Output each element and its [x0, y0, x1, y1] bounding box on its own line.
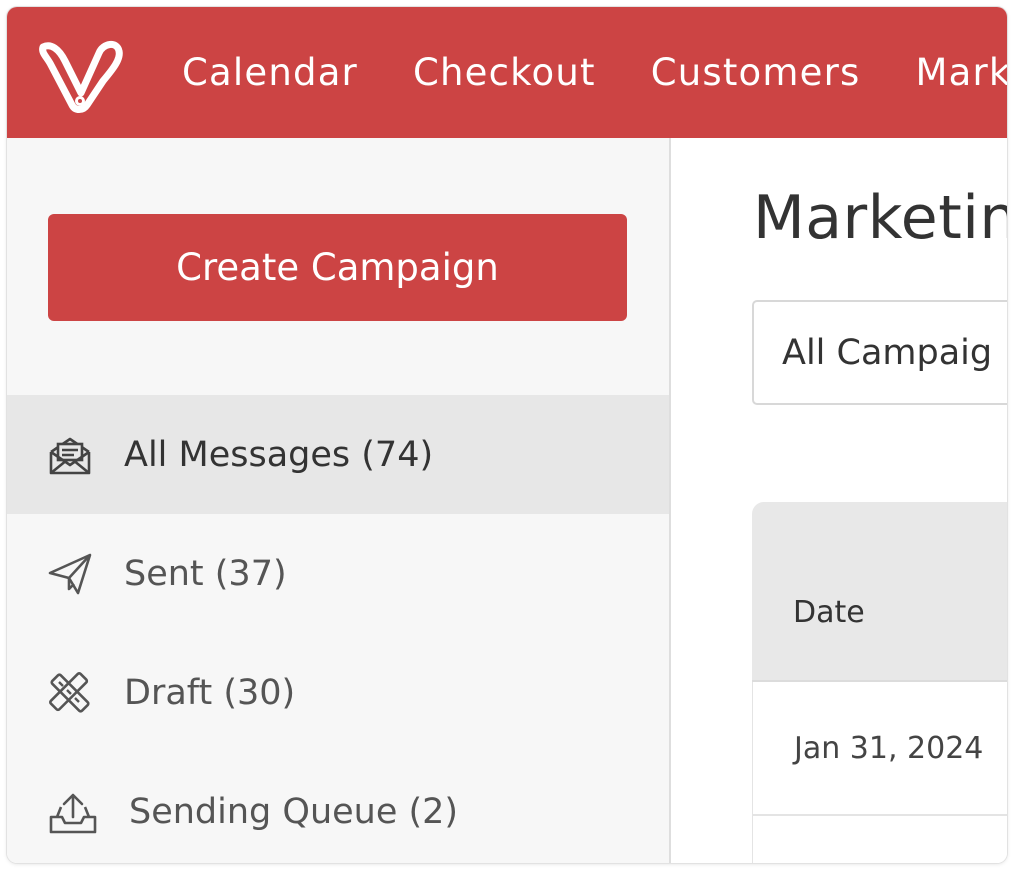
vagaro-v-logo[interactable]: [37, 35, 125, 115]
table-cell-date: Jan 31, 2024: [794, 730, 984, 766]
sidebar-item-label: All Messages (74): [124, 434, 434, 475]
column-header-date[interactable]: Date: [793, 595, 865, 630]
nav-item-marketing[interactable]: Marke: [916, 51, 1008, 94]
top-navigation-bar: Calendar Checkout Customers Marke: [7, 7, 1007, 138]
tray-upload-icon: [49, 793, 97, 833]
nav-item-calendar[interactable]: Calendar: [182, 51, 358, 94]
main-content: Marketin All Campaig Date Jan 31, 2024: [671, 138, 1007, 863]
sidebar: Create Campaign All Messages (74) Sent (…: [7, 138, 671, 863]
nav-item-checkout[interactable]: Checkout: [413, 51, 596, 94]
campaigns-table: Date Jan 31, 2024: [752, 502, 1007, 863]
table-header: Date: [752, 502, 1007, 682]
pencil-ruler-icon: [49, 671, 90, 713]
open-envelope-icon: [49, 437, 91, 474]
sidebar-item-draft[interactable]: Draft (30): [7, 633, 669, 752]
sidebar-item-label: Draft (30): [124, 672, 296, 713]
app-window: Calendar Checkout Customers Marke Create…: [7, 7, 1007, 863]
nav-menu: Calendar Checkout Customers Marke: [182, 7, 1007, 138]
sidebar-item-all-messages[interactable]: All Messages (74): [7, 395, 669, 514]
table-row[interactable]: Jan 31, 2024: [752, 682, 1007, 816]
table-row[interactable]: [752, 816, 1007, 863]
sidebar-item-sent[interactable]: Sent (37): [7, 514, 669, 633]
campaign-filter-select[interactable]: All Campaig: [752, 300, 1007, 405]
sidebar-item-label: Sent (37): [124, 553, 287, 594]
create-campaign-button[interactable]: Create Campaign: [48, 214, 627, 321]
paper-plane-icon: [48, 553, 92, 594]
sidebar-item-sending-queue[interactable]: Sending Queue (2): [7, 752, 669, 863]
nav-item-customers[interactable]: Customers: [651, 51, 861, 94]
sidebar-item-label: Sending Queue (2): [129, 791, 459, 832]
page-title: Marketin: [753, 183, 1007, 253]
